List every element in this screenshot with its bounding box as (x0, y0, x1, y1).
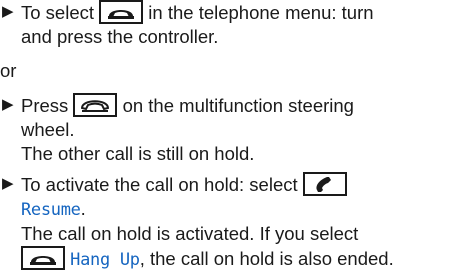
steering-wheel-end-call-icon (73, 93, 118, 117)
step-bullet: ▶ (2, 96, 14, 113)
step-resume-call: ▶ To activate the call on hold: select R… (0, 172, 460, 272)
step-line: To activate the call on hold: select (21, 172, 460, 197)
step-result: Hang Up, the call on hold is also ended. (21, 246, 460, 272)
step-line: and press the controller. (21, 26, 219, 47)
step-line: Press on the multifunction steering (21, 93, 460, 118)
step-text: Press (21, 95, 69, 116)
hang-up-command: Hang Up (70, 250, 140, 270)
step-text: To select (21, 2, 95, 23)
step-result: The other call is still on hold. (21, 143, 255, 164)
step-text: , the call on hold is also ended. (139, 248, 394, 269)
step-text: . (80, 198, 86, 219)
instruction-document: ▶ To select in the telephone menu: turn … (0, 0, 460, 272)
step-select-end-call: ▶ To select in the telephone menu: turn … (0, 0, 460, 49)
step-text: in the telephone menu: turn (148, 2, 374, 23)
step-bullet: ▶ (2, 175, 14, 192)
step-text: To activate the call on hold: select (21, 174, 298, 195)
step-line: Resume. (21, 197, 460, 222)
end-call-key-icon (21, 246, 65, 270)
resume-command: Resume (21, 200, 81, 220)
step-result: The call on hold is activated. If you se… (21, 223, 359, 244)
step-line: To select in the telephone menu: turn (21, 0, 460, 25)
step-text: on the multifunction steering (122, 95, 354, 116)
phone-handset-icon (302, 172, 347, 196)
or-separator: or (0, 60, 17, 81)
step-press-steering-key: ▶ Press on the multifunction steering wh… (0, 93, 460, 166)
end-call-key-icon (99, 0, 144, 24)
step-line: wheel. (21, 119, 75, 140)
step-bullet: ▶ (2, 3, 14, 20)
